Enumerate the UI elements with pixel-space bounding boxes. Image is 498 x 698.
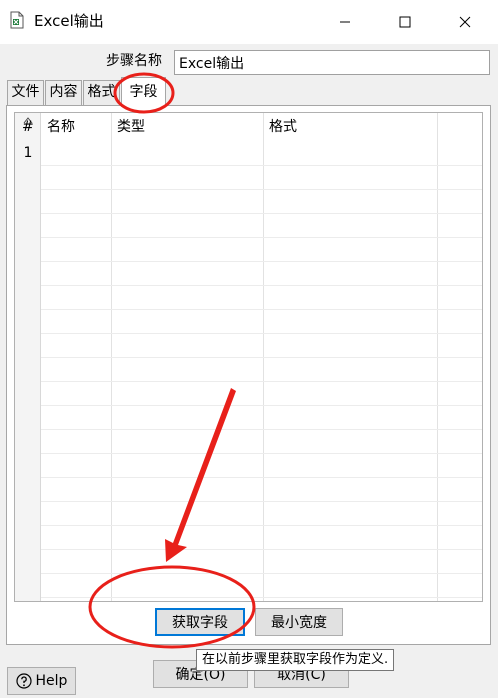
tab-file[interactable]: 文件 <box>7 80 44 105</box>
close-icon <box>459 16 471 28</box>
column-header-format[interactable]: 格式 <box>263 113 437 141</box>
get-fields-button[interactable]: 获取字段 <box>155 608 245 636</box>
column-header-name[interactable]: 名称 <box>41 113 111 141</box>
row-number-column <box>15 113 41 601</box>
row-divider <box>41 189 482 190</box>
row-divider <box>41 477 482 478</box>
step-name-input[interactable] <box>174 50 490 75</box>
row-divider <box>41 549 482 550</box>
row-divider <box>41 525 482 526</box>
row-divider <box>41 165 482 166</box>
minimize-icon <box>340 21 350 23</box>
row-divider <box>41 285 482 286</box>
column-header-index[interactable]: # <box>16 113 41 141</box>
help-label: Help <box>35 673 68 689</box>
row-divider <box>41 597 482 598</box>
row-divider <box>41 309 482 310</box>
row-divider <box>41 501 482 502</box>
row-divider <box>41 573 482 574</box>
close-button[interactable] <box>442 0 488 44</box>
row-divider <box>41 429 482 430</box>
tooltip: 在以前步骤里获取字段作为定义. <box>196 649 395 671</box>
help-icon <box>15 673 32 689</box>
row-divider <box>41 261 482 262</box>
tab-fields[interactable]: 字段 <box>121 77 166 107</box>
tab-format[interactable]: 格式 <box>83 80 120 105</box>
excel-file-icon <box>10 11 24 29</box>
tab-content[interactable]: 内容 <box>45 80 82 105</box>
row-divider <box>41 357 482 358</box>
column-header-type[interactable]: 类型 <box>111 113 263 141</box>
step-name-label: 步骤名称 <box>106 53 162 69</box>
fields-table[interactable]: # 名称 类型 格式 1 <box>14 112 483 602</box>
minimize-button[interactable] <box>322 0 368 44</box>
row-divider <box>41 381 482 382</box>
window-title: Excel输出 <box>34 12 104 30</box>
table-row-number[interactable]: 1 <box>15 141 41 165</box>
min-width-button[interactable]: 最小宽度 <box>255 608 343 636</box>
maximize-icon <box>399 16 411 28</box>
row-divider <box>41 453 482 454</box>
row-divider <box>41 405 482 406</box>
row-divider <box>41 213 482 214</box>
help-button[interactable]: Help <box>7 667 76 695</box>
maximize-button[interactable] <box>382 0 428 44</box>
row-divider <box>41 333 482 334</box>
row-divider <box>41 237 482 238</box>
